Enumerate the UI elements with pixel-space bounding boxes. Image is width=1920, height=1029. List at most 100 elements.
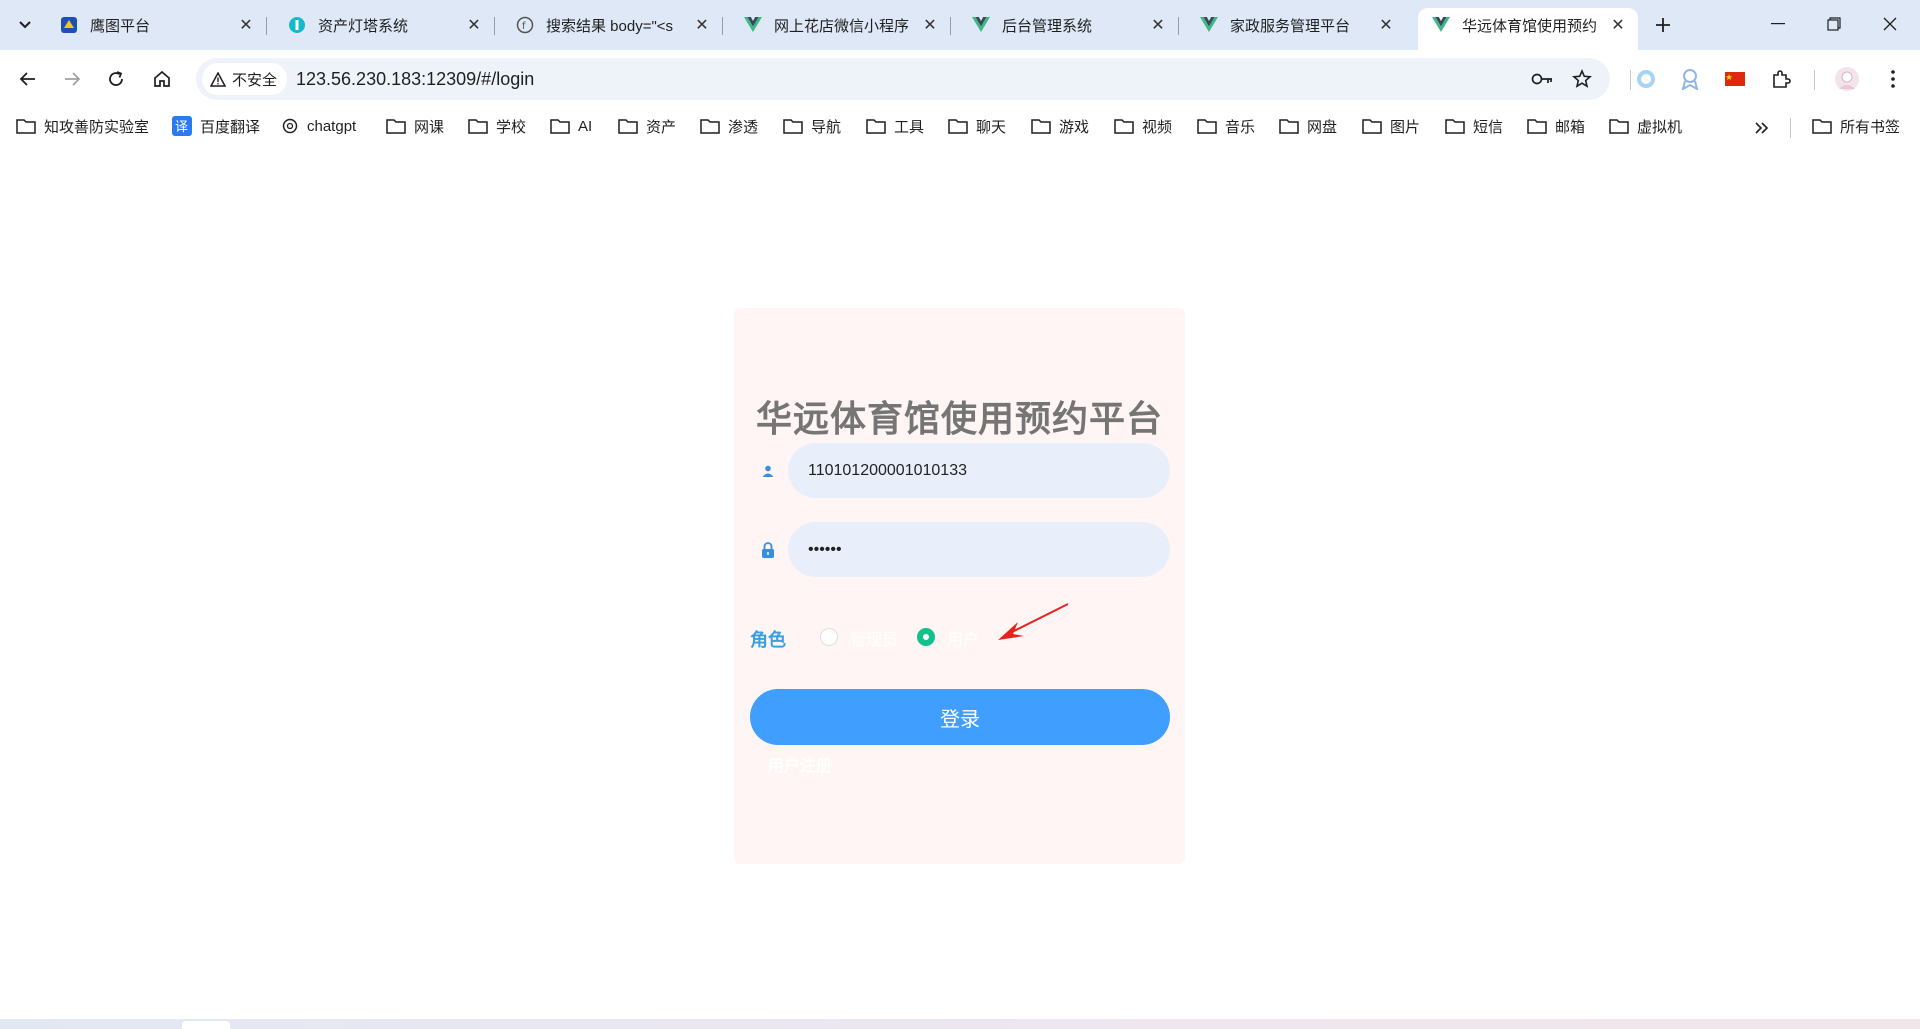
close-icon[interactable]: ✕	[1148, 15, 1168, 35]
close-icon[interactable]: ✕	[236, 15, 256, 35]
folder-icon	[1527, 118, 1547, 134]
bookmark-label: 网课	[414, 118, 445, 136]
extension-ribbon-icon[interactable]	[1675, 64, 1705, 94]
bookmark-label: 游戏	[1059, 118, 1090, 136]
username-input[interactable]: 110101200001010133	[788, 443, 1170, 498]
more-vertical-icon	[1891, 70, 1895, 88]
bookmark-item[interactable]: 视频	[1114, 112, 1172, 140]
bookmark-label: 知攻善防实验室	[44, 118, 150, 136]
tab-0[interactable]: 鹰图平台 ✕	[46, 8, 267, 42]
tab-6-active[interactable]: 华远体育馆使用预约 ✕	[1418, 8, 1638, 50]
password-key-icon[interactable]	[1530, 67, 1554, 91]
folder-icon	[1114, 118, 1134, 134]
bookmark-label: 短信	[1473, 118, 1504, 136]
tab-3[interactable]: 网上花店微信小程序 ✕	[730, 8, 951, 42]
folder-icon	[550, 118, 570, 134]
bookmark-item[interactable]: 工具	[866, 112, 924, 140]
role-admin-radio[interactable]	[820, 628, 838, 646]
bookmarks-divider	[1790, 118, 1791, 138]
profile-avatar[interactable]	[1832, 64, 1862, 94]
tab-4[interactable]: 后台管理系统 ✕	[958, 8, 1179, 42]
arrow-left-icon	[19, 72, 35, 86]
bookmark-item[interactable]: 游戏	[1031, 112, 1089, 140]
more-menu-button[interactable]	[1878, 64, 1908, 94]
close-window-button[interactable]	[1862, 0, 1918, 48]
vue-icon	[1432, 16, 1450, 34]
back-button[interactable]	[10, 61, 46, 97]
register-link[interactable]: 用户注册	[768, 752, 832, 776]
new-tab-button[interactable]	[1648, 10, 1678, 40]
close-icon[interactable]: ✕	[920, 15, 940, 35]
toolbar-divider	[1630, 70, 1631, 90]
role-user-label[interactable]: 用户	[947, 626, 979, 650]
bookmark-label: chatgpt	[307, 117, 357, 135]
tab-5[interactable]: 家政服务管理平台 ✕	[1186, 8, 1406, 42]
password-input[interactable]: ••••••	[788, 522, 1170, 577]
page-title: 华远体育馆使用预约平台	[755, 398, 1163, 439]
double-chevron-right-icon	[1755, 122, 1769, 134]
bookmark-label: 工具	[894, 118, 925, 136]
page-content: 华远体育馆使用预约平台 110101200001010133 •••••• 角色…	[0, 144, 1920, 1019]
restore-icon	[1827, 17, 1841, 31]
close-icon[interactable]: ✕	[464, 15, 484, 35]
folder-icon	[386, 118, 406, 134]
home-icon	[154, 70, 170, 87]
translate-icon: 译	[172, 116, 192, 136]
folder-icon	[1812, 118, 1832, 134]
bookmark-item[interactable]: 导航	[783, 112, 841, 140]
arrow-right-icon	[65, 72, 81, 86]
bookmark-label: 网盘	[1307, 118, 1338, 136]
bookmark-star-icon[interactable]	[1570, 67, 1594, 91]
close-icon[interactable]: ✕	[1608, 15, 1628, 35]
security-chip[interactable]: 不安全	[202, 63, 288, 95]
bookmark-item[interactable]: 聊天	[948, 112, 1006, 140]
bookmark-label: 聊天	[976, 118, 1007, 136]
role-user-radio[interactable]	[917, 628, 935, 646]
reload-button[interactable]	[98, 61, 134, 97]
restore-button[interactable]	[1806, 0, 1862, 48]
tab-search-button[interactable]	[8, 8, 42, 42]
bookmark-item[interactable]: 图片	[1362, 112, 1420, 140]
role-admin-label[interactable]: 管理员	[850, 626, 898, 650]
close-icon	[1883, 17, 1897, 31]
tab-separator	[722, 17, 723, 35]
minimize-button[interactable]	[1750, 0, 1806, 48]
close-icon[interactable]: ✕	[692, 15, 712, 35]
bookmark-item[interactable]: 译 百度翻译	[172, 112, 260, 140]
bookmark-item[interactable]: chatgpt	[281, 112, 356, 140]
chevron-down-icon	[19, 21, 31, 29]
address-bar[interactable]: 不安全 123.56.230.183:12309/#/login	[196, 58, 1610, 100]
folder-icon	[1279, 118, 1299, 134]
tab-1[interactable]: 资产灯塔系统 ✕	[274, 8, 495, 42]
tab-title: 后台管理系统	[1002, 17, 1093, 35]
close-icon[interactable]: ✕	[1376, 15, 1396, 35]
all-bookmarks-button[interactable]: 所有书签	[1812, 112, 1900, 140]
bookmark-item[interactable]: 渗透	[700, 112, 758, 140]
login-card: 华远体育馆使用预约平台 110101200001010133 •••••• 角色…	[734, 308, 1185, 864]
login-button[interactable]: 登录	[750, 689, 1170, 745]
forward-button[interactable]	[54, 61, 90, 97]
bookmark-item[interactable]: 资产	[618, 112, 676, 140]
bookmark-item[interactable]: 网课	[386, 112, 444, 140]
bookmark-item[interactable]: 网盘	[1279, 112, 1337, 140]
bookmark-label: 百度翻译	[200, 118, 261, 136]
openai-icon	[281, 117, 299, 135]
bookmark-item[interactable]: 知攻善防实验室	[16, 112, 149, 140]
toolbar-divider	[1814, 70, 1815, 90]
extensions-puzzle-icon[interactable]	[1766, 64, 1796, 94]
home-button[interactable]	[144, 61, 180, 97]
bookmark-item[interactable]: 学校	[468, 112, 526, 140]
bookmark-item[interactable]: 虚拟机	[1609, 112, 1682, 140]
china-flag-icon[interactable]	[1720, 64, 1750, 94]
bookmark-label: AI	[578, 117, 593, 135]
bookmark-item[interactable]: 邮箱	[1527, 112, 1585, 140]
bookmark-label: 导航	[811, 118, 842, 136]
bookmarks-overflow-button[interactable]	[1748, 114, 1776, 142]
folder-icon	[948, 118, 968, 134]
url-text[interactable]: 123.56.230.183:12309/#/login	[296, 58, 534, 100]
bookmark-item[interactable]: 短信	[1445, 112, 1503, 140]
bookmark-item[interactable]: 音乐	[1197, 112, 1255, 140]
extension-circle-icon[interactable]	[1631, 64, 1661, 94]
bookmark-item[interactable]: AI	[550, 112, 592, 140]
tab-2[interactable]: f 搜索结果 body="<s ✕	[502, 8, 723, 42]
